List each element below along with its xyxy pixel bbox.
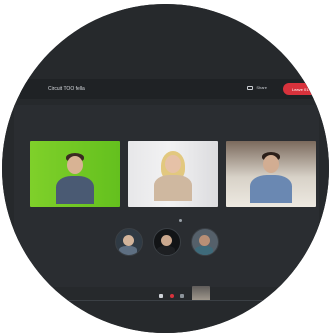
leave-label: Leave 01:31 [291,86,315,92]
participant-video [148,150,198,207]
thumbnail-face [160,235,172,246]
circular-crop: Circuit TOO fella Share Leave 01:31 [2,4,329,333]
shirt [154,175,192,201]
participant-thumbnail[interactable] [190,228,219,256]
participant-video [246,152,296,207]
lens-frame: Circuit TOO fella Share Leave 01:31 [0,0,329,335]
camera-off-icon[interactable] [170,294,174,298]
thumbnail-face [122,235,134,246]
face [263,155,279,173]
page-indicator[interactable] [179,219,182,222]
self-view-thumbnail[interactable] [192,286,210,301]
participant-tile[interactable] [128,141,218,207]
face [67,156,83,174]
video-stage [14,105,319,287]
bottom-divider [42,300,289,301]
meeting-app: Circuit TOO fella Share Leave 01:31 [2,4,329,333]
shirt [56,176,94,204]
leave-button[interactable]: Leave 01:31 [283,83,323,95]
thumbnail-shirt [118,246,137,255]
share-label: Share [256,85,267,90]
meeting-title: Circuit TOO fella [48,86,85,92]
mic-icon[interactable] [159,294,163,298]
participant-tile[interactable] [30,141,120,207]
top-bar: Circuit TOO fella Share Leave 01:31 [20,79,329,99]
screen-share-icon [247,85,254,90]
more-icon[interactable] [180,294,184,298]
participant-tile[interactable] [226,141,316,207]
shirt [250,175,292,203]
share-button[interactable]: Share [247,85,267,90]
participant-thumbnail[interactable] [114,228,143,256]
thumbnail-face [198,235,210,246]
thumbnail-shirt [194,246,213,255]
participant-video [50,153,100,207]
thumbnail-shirt [156,246,175,255]
participant-thumbnails [14,228,319,256]
face [165,155,181,173]
participant-thumbnail[interactable] [152,228,181,256]
